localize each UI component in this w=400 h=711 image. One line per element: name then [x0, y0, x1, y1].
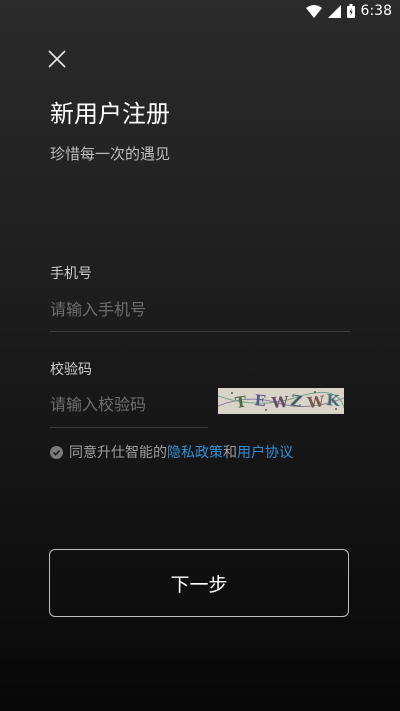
captcha-image[interactable]: TEWZWK: [218, 388, 344, 414]
phone-input[interactable]: [50, 292, 350, 326]
agreement-conjunction: 和: [223, 445, 237, 461]
status-bar: 6:38: [0, 0, 400, 22]
status-time: 6:38: [360, 3, 392, 19]
agreement-prefix: 同意升仕智能的: [69, 445, 167, 461]
captcha-graphic: TEWZWK: [218, 388, 344, 414]
close-icon: [48, 50, 66, 68]
code-underline: [50, 427, 208, 428]
captcha-char: W: [306, 392, 327, 412]
captcha-char: K: [326, 391, 341, 410]
wifi-icon: [305, 4, 322, 18]
user-agreement-link[interactable]: 用户协议: [237, 442, 293, 462]
agreement-row: 同意升仕智能的 隐私政策 和 用户协议: [50, 442, 293, 462]
phone-label: 手机号: [50, 266, 92, 282]
privacy-policy-link[interactable]: 隐私政策: [167, 442, 223, 462]
page-title: 新用户注册: [50, 100, 170, 128]
battery-icon: [346, 4, 355, 18]
close-button[interactable]: [44, 46, 70, 72]
page-subtitle: 珍惜每一次的遇见: [50, 145, 171, 163]
agree-checkbox[interactable]: [50, 445, 63, 459]
captcha-char: E: [254, 391, 267, 410]
code-input[interactable]: [50, 387, 208, 421]
check-icon: [52, 449, 61, 456]
signal-icon: [327, 4, 341, 18]
code-label: 校验码: [50, 362, 92, 378]
next-button[interactable]: 下一步: [49, 549, 349, 617]
phone-underline: [50, 331, 350, 332]
captcha-char: W: [270, 393, 290, 412]
